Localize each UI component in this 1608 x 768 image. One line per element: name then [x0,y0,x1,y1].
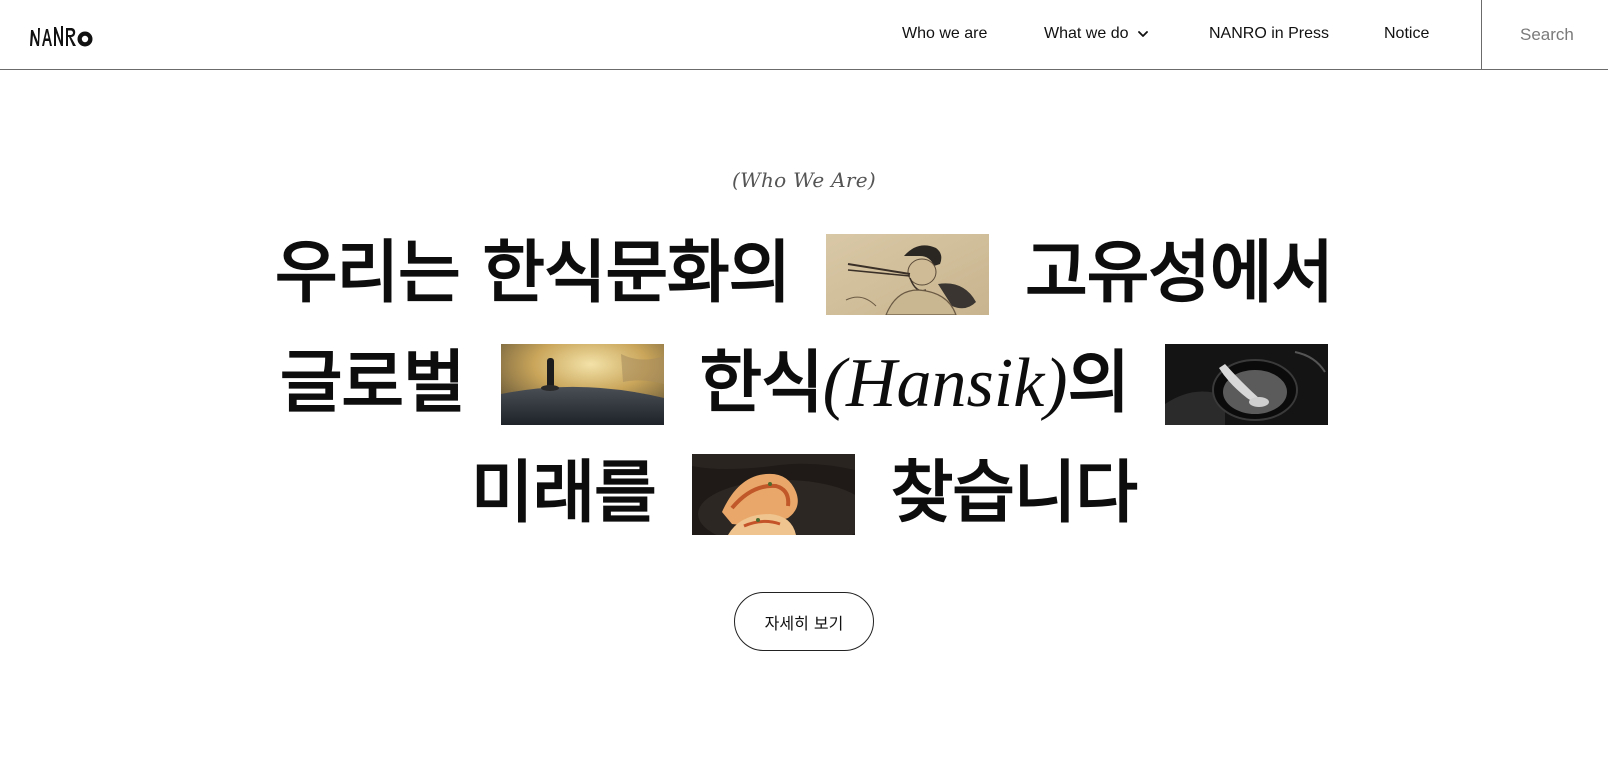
headline-text: 글로벌 [279,344,466,423]
nav-what-we-do-label: What we do [1044,25,1129,42]
headline-line-3: 미래를 찾습니다 [0,452,1608,536]
headline-text: 찾습니다 [890,454,1138,533]
chevron-down-icon [1138,31,1149,37]
learn-more-button[interactable]: 자세히 보기 [734,592,874,651]
headline-line-1: 우리는 한식문화의 고유성에서 [0,232,1608,316]
headline-text: 우리는 한식문화의 [275,234,791,313]
nanro-logo[interactable] [28,22,94,48]
search-input[interactable] [1482,0,1608,69]
headline-text: 미래를 [471,454,657,533]
headline-hansik-latin: (Hansik) [822,345,1068,422]
painting-scholar-image [826,233,990,315]
nav-what-we-do[interactable]: What we do [1044,24,1150,44]
section-eyebrow: (Who We Are) [731,168,876,192]
headline-line-2: 글로벌 한식(Hansik)의 [0,342,1608,426]
nanro-logo-mark [30,26,93,47]
headline-hansik-korean: 한식 [699,344,824,423]
kimchi-dish-image [691,453,855,535]
nav-who-we-are[interactable]: Who we are [902,24,987,44]
nav-notice[interactable]: Notice [1384,24,1429,44]
headline-text: 한식(Hansik)의 [699,342,1131,426]
headline-text: 고유성에서 [1025,234,1334,313]
headline-hansik-suffix: 의 [1067,344,1131,423]
ceramic-bowl-image [1165,343,1329,425]
top-navigation-bar: Who we are What we do NANRO in Press Not… [0,0,1608,70]
nav-nanro-in-press[interactable]: NANRO in Press [1209,24,1329,44]
cast-iron-pot-image [500,343,664,425]
